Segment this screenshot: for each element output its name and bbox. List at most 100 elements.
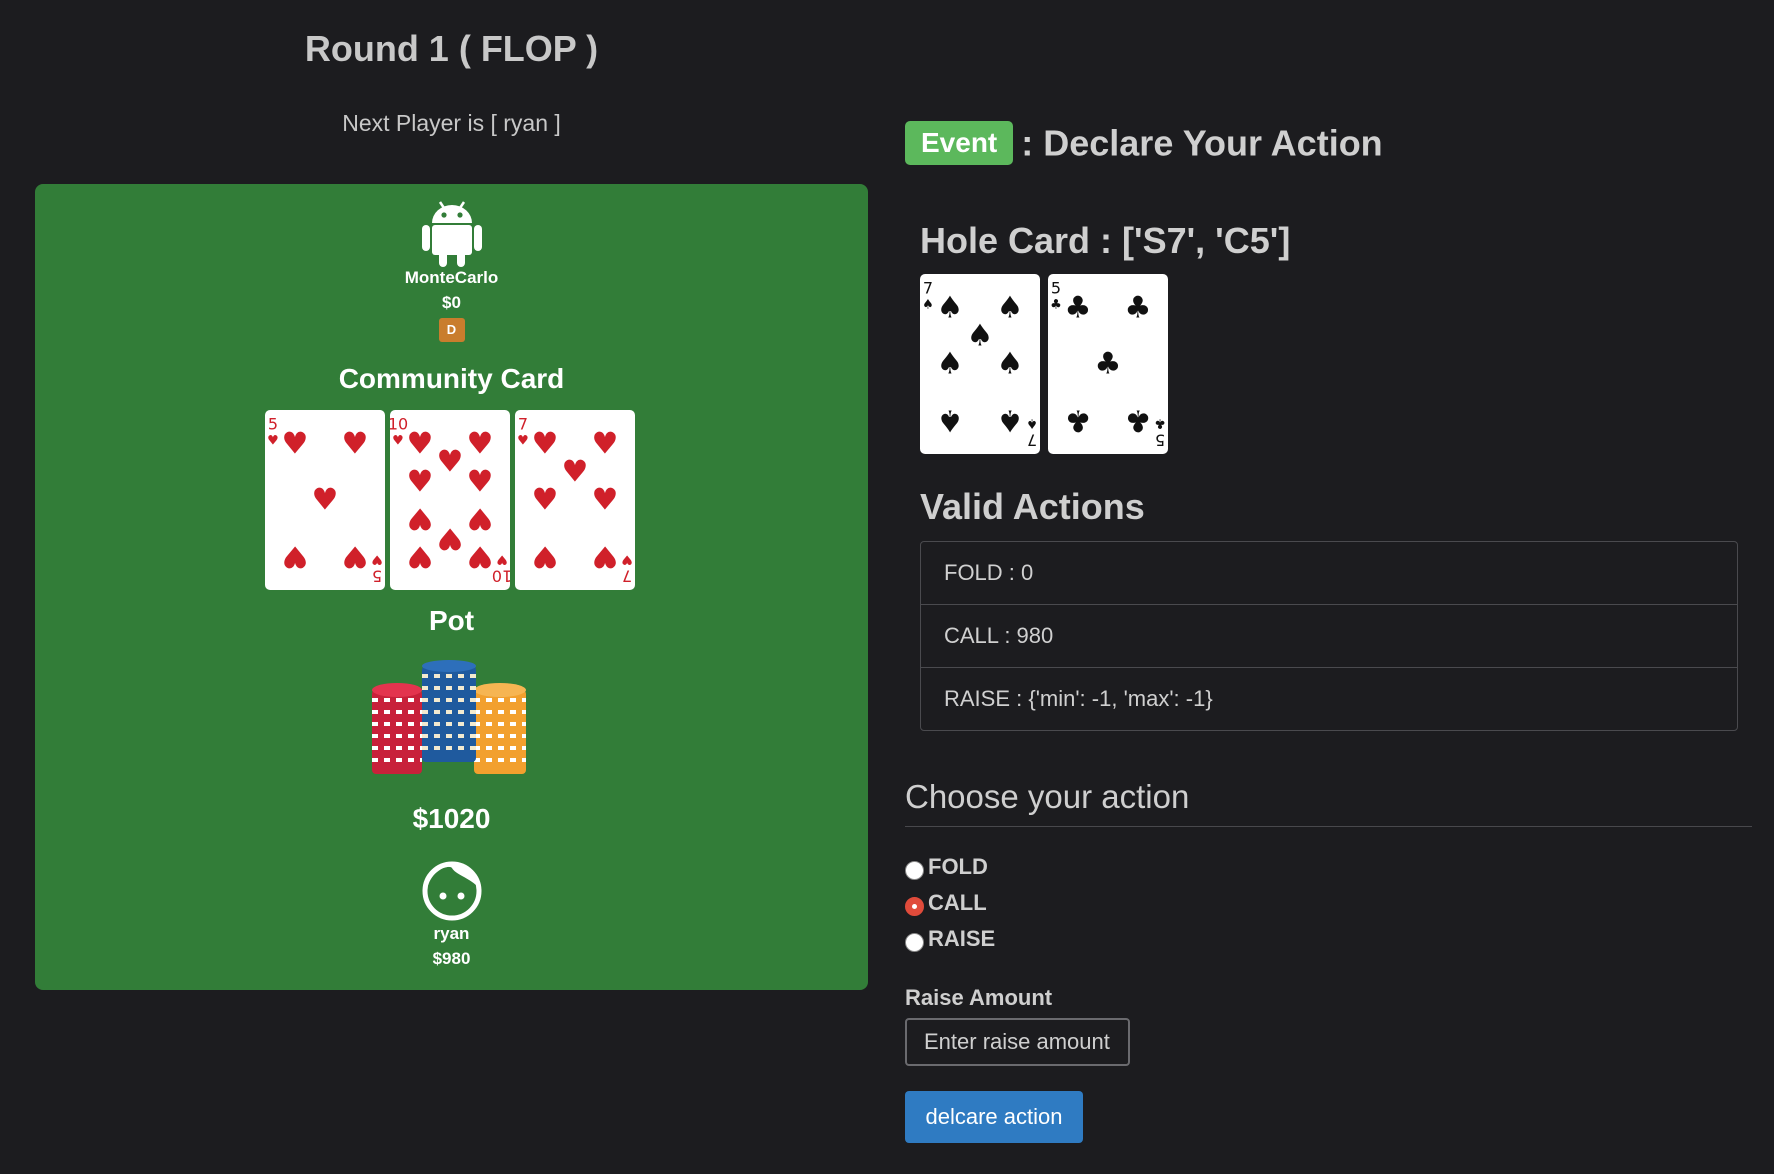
event-header: Event: Declare Your Action — [905, 120, 1383, 166]
card-pip: ♣ — [1125, 403, 1152, 438]
card-pip: ♥ — [592, 539, 619, 574]
card-pip: ♥ — [342, 427, 369, 462]
card-pip: ♥ — [562, 455, 589, 490]
valid-action-raise: RAISE : {'min': -1, 'max': -1} — [921, 667, 1737, 730]
card-pip: ♠ — [997, 347, 1024, 382]
card-rank-bottom: 5 — [1155, 431, 1165, 450]
card-rank-top: 7 — [518, 415, 528, 434]
valid-actions-title: Valid Actions — [920, 486, 1145, 527]
card-pip: ♥ — [282, 539, 309, 574]
radio-option-raise[interactable]: RAISE — [905, 926, 995, 952]
card-pip: ♥ — [592, 483, 619, 518]
poker-table: MonteCarlo $0 D Community Card 5 ♥ 5 ♥ ♥ ♥ ♥ ♥ ♥… — [35, 184, 868, 990]
card-pip: ♥ — [467, 539, 494, 574]
dealer-badge: D — [438, 318, 465, 342]
card-rank-bottom: 7 — [1027, 431, 1037, 450]
opponent-stack: $0 — [442, 293, 461, 312]
radio-raise-label[interactable]: RAISE — [928, 926, 995, 952]
card-pip: ♥ — [437, 445, 464, 480]
raise-amount-input[interactable] — [905, 1018, 1130, 1066]
community-card-1: 5 ♥ 5 ♥ ♥ ♥ ♥ ♥ ♥ — [265, 410, 385, 590]
card-pip: ♠ — [937, 403, 964, 438]
card-pip: ♥ — [532, 539, 559, 574]
card-suit-bottom: ♠ — [1026, 416, 1038, 431]
face-icon — [35, 860, 868, 924]
card-rank-top: 7 — [923, 279, 933, 298]
orange-chip-stack — [474, 683, 526, 774]
opponent-name: MonteCarlo — [404, 268, 499, 287]
community-card-2: 10♥10♥♥♥♥♥♥♥♥♥♥♥ — [390, 410, 510, 590]
hole-card-title: Hole Card : ['S7', 'C5'] — [920, 220, 1291, 261]
valid-action-call: CALL : 980 — [921, 604, 1737, 667]
card-pip: ♣ — [1095, 347, 1122, 382]
card-suit-top: ♠ — [922, 298, 934, 313]
card-pip: ♥ — [467, 465, 494, 500]
card-pip: ♥ — [407, 465, 434, 500]
card-pip: ♥ — [592, 427, 619, 462]
card-suit-bottom: ♥ — [496, 552, 508, 567]
chip-stack-icon — [372, 660, 532, 780]
radio-option-fold[interactable]: FOLD — [905, 854, 988, 880]
card-rank-top: 5 — [1051, 279, 1061, 298]
card-suit-bottom: ♥ — [621, 552, 633, 567]
card-pip: ♥ — [407, 539, 434, 574]
hole-card-2: 5 ♣ 5 ♣ ♣ ♣ ♣ ♣ ♣ — [1048, 274, 1168, 454]
radio-option-call[interactable]: CALL — [905, 890, 987, 916]
player-stack: $980 — [432, 949, 471, 968]
card-pip: ♥ — [407, 427, 434, 462]
card-rank-top: 10 — [390, 415, 408, 434]
card-suit-top: ♥ — [392, 434, 404, 449]
card-rank-top: 5 — [268, 415, 278, 434]
event-title: : Declare Your Action — [1021, 122, 1383, 164]
valid-action-fold: FOLD : 0 — [944, 560, 1034, 585]
red-chip-stack — [372, 683, 422, 774]
radio-fold[interactable] — [905, 860, 924, 880]
radio-raise[interactable] — [905, 932, 924, 952]
declare-action-button[interactable]: delcare action — [905, 1091, 1083, 1143]
opponent-seat: MonteCarlo $0 D — [35, 196, 868, 342]
choose-action-legend: Choose your action — [905, 778, 1752, 827]
hole-card-1: 7 ♠ 7 ♠ ♠ ♠ ♠ ♠ ♠ ♠ ♠ — [920, 274, 1040, 454]
radio-fold-label[interactable]: FOLD — [928, 854, 988, 880]
card-rank-bottom: 10 — [492, 567, 510, 586]
card-pip: ♥ — [312, 483, 339, 518]
player-seat: ryan $980 — [35, 860, 868, 969]
card-suit-bottom: ♣ — [1154, 416, 1166, 431]
card-suit-top: ♥ — [517, 434, 529, 449]
community-card-label: Community Card — [338, 363, 565, 394]
player-name: ryan — [433, 924, 470, 943]
card-pip: ♥ — [282, 427, 309, 462]
pot-amount: $1020 — [412, 803, 491, 834]
card-pip: ♣ — [1125, 291, 1152, 326]
valid-actions-list: FOLD : 0 CALL : 980 RAISE : {'min': -1, … — [920, 541, 1738, 731]
raise-amount-label: Raise Amount — [905, 985, 1053, 1010]
card-suit-top: ♥ — [267, 434, 279, 449]
community-card-3: 7 ♥ 7 ♥ ♥ ♥ ♥ ♥ ♥ ♥ ♥ — [515, 410, 635, 590]
card-pip: ♥ — [467, 501, 494, 536]
card-pip: ♣ — [1065, 403, 1092, 438]
card-pip: ♠ — [997, 291, 1024, 326]
next-player-text: Next Player is [ ryan ] — [342, 110, 561, 136]
card-pip: ♥ — [467, 427, 494, 462]
card-pip: ♥ — [407, 501, 434, 536]
card-pip: ♣ — [1065, 291, 1092, 326]
radio-call[interactable] — [905, 896, 924, 916]
card-pip: ♥ — [532, 427, 559, 462]
card-pip: ♥ — [437, 521, 464, 556]
card-pip: ♠ — [967, 319, 994, 354]
pot-label: Pot — [428, 605, 475, 636]
card-pip: ♥ — [532, 483, 559, 518]
blue-chip-stack — [422, 660, 476, 762]
card-rank-bottom: 5 — [372, 567, 382, 586]
card-suit-top: ♣ — [1050, 298, 1062, 313]
card-pip: ♥ — [342, 539, 369, 574]
card-rank-bottom: 7 — [622, 567, 632, 586]
card-pip: ♠ — [937, 347, 964, 382]
radio-call-label[interactable]: CALL — [928, 890, 987, 916]
card-pip: ♠ — [937, 291, 964, 326]
card-suit-bottom: ♥ — [371, 552, 383, 567]
event-badge: Event — [905, 121, 1014, 166]
card-pip: ♠ — [997, 403, 1024, 438]
android-icon — [35, 196, 868, 268]
round-title: Round 1 ( FLOP ) — [304, 28, 599, 69]
